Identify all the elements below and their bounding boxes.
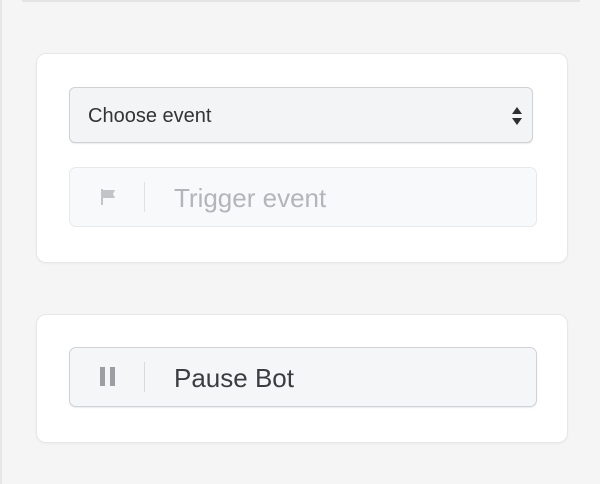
trigger-event-button[interactable]: Trigger event	[69, 167, 537, 227]
event-select-value: Choose event	[88, 105, 212, 127]
trigger-event-label: Trigger event	[174, 183, 327, 213]
bot-actions-panel: Choose event Trigger event Pause Bot	[0, 0, 600, 484]
event-select[interactable]: Choose event	[69, 87, 533, 143]
event-card: Choose event Trigger event	[36, 53, 568, 263]
up-down-arrows-icon	[512, 107, 522, 125]
row-divider	[144, 182, 145, 212]
row-divider	[144, 362, 145, 392]
pause-bot-button[interactable]: Pause Bot	[69, 347, 537, 407]
flag-icon	[101, 189, 115, 205]
pause-bot-label: Pause Bot	[174, 363, 294, 393]
pause-icon	[100, 367, 115, 386]
left-border	[0, 0, 2, 484]
pause-card: Pause Bot	[36, 314, 568, 443]
top-divider	[22, 0, 580, 2]
